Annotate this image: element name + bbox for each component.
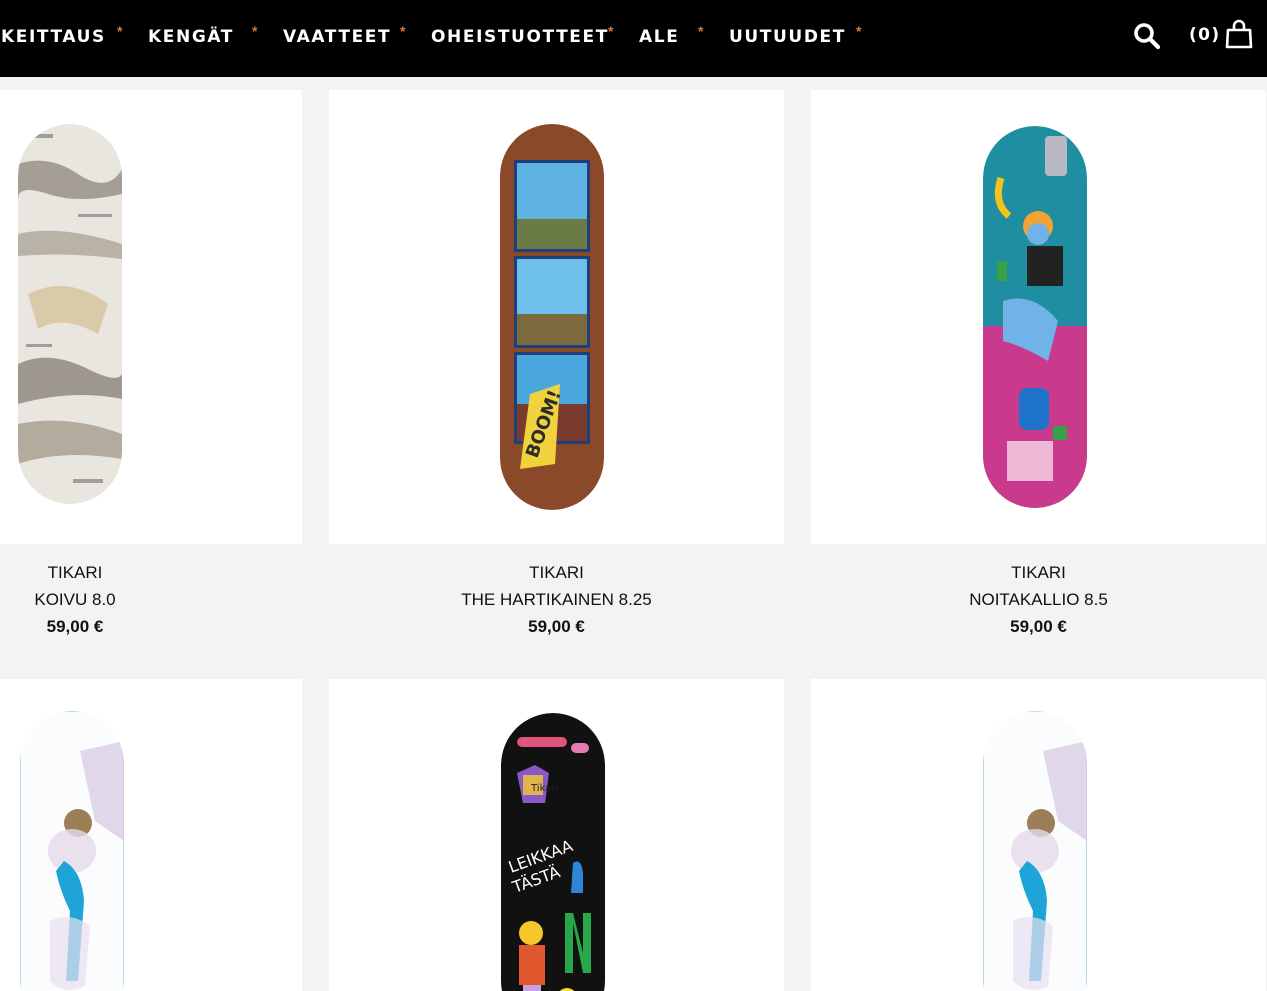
product-info: TIKARI NOITAKALLIO 8.5 59,00 €: [811, 559, 1266, 640]
nav-item-kengat[interactable]: KENGÄT: [148, 27, 234, 47]
product-info: TIKARI KOIVU 8.0 59,00 €: [0, 559, 150, 640]
nav-item-oheistuotteet[interactable]: OHEISTUOTTEET: [431, 27, 609, 47]
search-icon[interactable]: [1133, 22, 1161, 50]
nav-separator: *: [117, 23, 123, 39]
skateboard-deck-watercolor: [983, 711, 1087, 991]
nav-separator: *: [608, 23, 614, 39]
product-brand: TIKARI: [529, 563, 584, 582]
product-price: 59,00 €: [46, 617, 104, 636]
product-card[interactable]: Tikari LEIKKAA TÄSTÄ: [329, 679, 784, 991]
product-name[interactable]: THE HARTIKAINEN 8.25: [329, 586, 784, 613]
product-price: 59,00 €: [1010, 617, 1067, 636]
nav-item-uutuudet[interactable]: UUTUUDET: [729, 27, 846, 47]
product-brand: TIKARI: [1011, 563, 1066, 582]
skateboard-deck-drawings: Tikari LEIKKAA TÄSTÄ: [501, 713, 605, 991]
svg-text:Tikari: Tikari: [530, 783, 558, 794]
product-image[interactable]: [811, 679, 1266, 991]
product-name[interactable]: NOITAKALLIO 8.5: [811, 586, 1266, 613]
product-name[interactable]: KOIVU 8.0: [0, 586, 150, 613]
nav-separator: *: [400, 23, 406, 39]
nav-item-vaatteet[interactable]: VAATTEET: [283, 27, 391, 47]
nav-item-keittaus[interactable]: KEITTAUS: [1, 27, 106, 47]
product-card[interactable]: BOOM! TIKARI THE HARTIKAINEN 8.25 59,00 …: [329, 90, 784, 665]
nav-item-ale[interactable]: ALE: [639, 27, 679, 47]
shopping-bag-icon[interactable]: [1225, 19, 1253, 49]
product-image[interactable]: Tikari LEIKKAA TÄSTÄ: [329, 679, 784, 991]
product-card[interactable]: [811, 679, 1266, 991]
product-price: 59,00 €: [528, 617, 585, 636]
product-image[interactable]: BOOM!: [329, 90, 784, 544]
product-brand: TIKARI: [47, 563, 103, 582]
top-navigation: KEITTAUS * KENGÄT * VAATTEET * OHEISTUOT…: [0, 0, 1267, 77]
skateboard-deck-comic: BOOM!: [500, 124, 604, 510]
skateboard-deck-witch: [983, 126, 1087, 508]
product-card[interactable]: [0, 679, 302, 991]
product-image[interactable]: [811, 90, 1266, 544]
product-card[interactable]: TIKARI NOITAKALLIO 8.5 59,00 €: [811, 90, 1266, 665]
nav-separator: *: [856, 23, 862, 39]
nav-separator: *: [252, 23, 258, 39]
skateboard-deck-birch: [18, 124, 122, 504]
product-card[interactable]: TIKARI KOIVU 8.0 59,00 €: [0, 90, 302, 665]
product-image[interactable]: [0, 679, 302, 991]
product-image[interactable]: [0, 90, 302, 544]
nav-separator: *: [698, 23, 704, 39]
skateboard-deck-watercolor: [20, 711, 124, 991]
cart-count[interactable]: (0): [1189, 25, 1221, 45]
product-info: TIKARI THE HARTIKAINEN 8.25 59,00 €: [329, 559, 784, 640]
